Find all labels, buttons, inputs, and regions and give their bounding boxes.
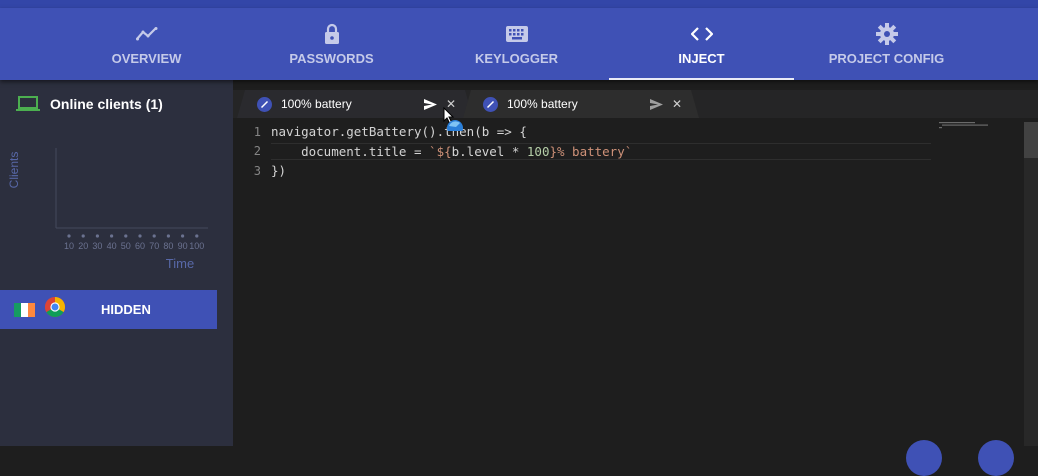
chart-tick-dot: [67, 234, 71, 238]
client-label: HIDDEN: [101, 302, 151, 317]
gear-icon: [875, 22, 898, 45]
send-icon[interactable]: [650, 99, 663, 110]
chart-tick-label: 90: [178, 241, 188, 251]
tab-project-config[interactable]: PROJECT CONFIG: [794, 8, 979, 80]
tab-passwords[interactable]: PASSWORDS: [239, 8, 424, 80]
tab-label: OVERVIEW: [111, 50, 182, 66]
chart-tick-label: 10: [64, 241, 74, 251]
chart-ylabel: Clients: [7, 152, 21, 189]
tab-label: PASSWORDS: [289, 50, 374, 66]
editor-tab-label: 100% battery: [281, 97, 352, 111]
tab-overview[interactable]: OVERVIEW: [54, 8, 239, 80]
code-minimap[interactable]: [939, 122, 989, 130]
chart-tick-dot: [110, 234, 114, 238]
script-icon: [257, 97, 272, 112]
main-nav: OVERVIEW PASSWORDS KEYLOGGER INJECT PROJ…: [0, 8, 1038, 80]
code-editor[interactable]: 1 navigator.getBattery().then(b => { 2 d…: [233, 122, 1023, 181]
chart-tick-dot: [181, 234, 185, 238]
top-strip: [0, 0, 1038, 8]
close-icon[interactable]: ✕: [671, 97, 683, 111]
code-text: }): [271, 163, 287, 179]
chart-tick-dot: [138, 234, 142, 238]
script-icon: [483, 97, 498, 112]
keyboard-icon: [505, 23, 528, 45]
code-text: navigator.getBattery().then(b => {: [271, 124, 527, 140]
tab-label: KEYLOGGER: [474, 50, 559, 66]
code-icon: [690, 23, 713, 45]
client-row[interactable]: HIDDEN: [0, 290, 217, 329]
chart-tick-dot: [95, 234, 99, 238]
code-line: 3 }): [233, 161, 1023, 181]
chart-xlabel: Time: [166, 256, 194, 271]
code-text: document.title = `${b.level * 100}% batt…: [271, 142, 931, 160]
lock-icon: [324, 23, 340, 45]
tab-keylogger[interactable]: KEYLOGGER: [424, 8, 609, 80]
editor-tab-label: 100% battery: [507, 97, 578, 111]
chart-tick-dot: [152, 234, 156, 238]
code-line: 2 document.title = `${b.level * 100}% ba…: [233, 142, 1023, 162]
chart-tick-dot: [81, 234, 85, 238]
editor-tab[interactable]: 100% battery ✕: [237, 90, 473, 118]
online-clients-header: Online clients (1): [16, 96, 163, 112]
scrollbar-thumb[interactable]: [1024, 122, 1038, 158]
code-line: 1 navigator.getBattery().then(b => {: [233, 122, 1023, 142]
chart-tick-label: 60: [135, 241, 145, 251]
chart-tick-dot: [124, 234, 128, 238]
chart-tick-label: 70: [149, 241, 159, 251]
floating-action-button[interactable]: [906, 440, 942, 476]
clients-chart: Clients 10 20 30 40 50 60 70 80 90 100 Time: [7, 148, 208, 271]
floating-action-button[interactable]: [978, 440, 1014, 476]
trending-line-icon: [135, 23, 158, 45]
chart-tick-label: 20: [78, 241, 88, 251]
editor-tabbar: 100% battery ✕ 100% battery ✕: [233, 90, 1038, 118]
line-number: 2: [253, 144, 261, 159]
send-icon[interactable]: [424, 99, 437, 110]
chrome-icon: [45, 297, 101, 322]
tab-inject[interactable]: INJECT: [609, 8, 794, 80]
editor-area: 100% battery ✕ 100% battery ✕ 1 navigato…: [233, 80, 1038, 446]
chart-tick-dot: [195, 234, 199, 238]
tab-label: INJECT: [678, 50, 725, 66]
ireland-flag-icon: [14, 302, 35, 317]
chart-tick-label: 40: [107, 241, 117, 251]
mouse-pointer-icon: [443, 107, 463, 131]
tab-label: PROJECT CONFIG: [828, 50, 945, 66]
line-number: 3: [253, 163, 261, 178]
editor-tab[interactable]: 100% battery ✕: [463, 90, 699, 118]
chart-tick-label: 30: [92, 241, 102, 251]
chart-tick-dot: [166, 234, 170, 238]
chart-tick-label: 50: [121, 241, 131, 251]
laptop-icon: [16, 96, 40, 112]
chart-tick-label: 80: [163, 241, 173, 251]
editor-scrollbar[interactable]: [1024, 122, 1038, 446]
chart-tick-label: 100: [189, 241, 204, 251]
sidebar: Online clients (1) Clients 10 20 30 40 50 60 7…: [0, 80, 233, 446]
line-number: 1: [253, 124, 261, 139]
online-clients-label: Online clients (1): [50, 96, 163, 112]
